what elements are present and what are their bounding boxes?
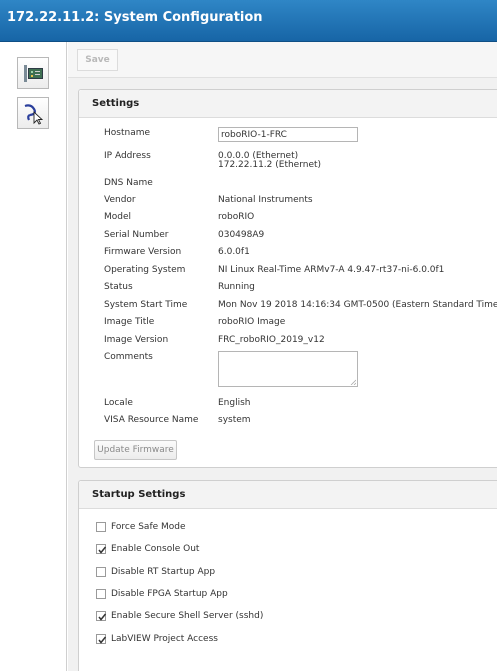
- window-title: 172.22.11.2: System Configuration: [7, 10, 263, 25]
- firmware-version-value: 6.0.0f1: [218, 247, 250, 257]
- vendor-value: National Instruments: [218, 195, 313, 205]
- dns-name-label: DNS Name: [104, 178, 153, 188]
- toolbar: Save: [68, 42, 497, 78]
- resize-grip-icon[interactable]: [350, 379, 356, 385]
- operating-system-label: Operating System: [104, 265, 186, 275]
- comments-field[interactable]: [218, 351, 358, 387]
- image-title-value: roboRIO Image: [218, 317, 286, 327]
- image-version-value: FRC_roboRIO_2019_v12: [218, 335, 325, 345]
- startup-option-checkbox[interactable]: [96, 522, 106, 532]
- checkmark-icon: [98, 613, 107, 621]
- startup-option-checkbox[interactable]: [96, 589, 106, 599]
- model-label: Model: [104, 212, 132, 222]
- visa-resource-name-value: system: [218, 415, 251, 425]
- operating-system-value: NI Linux Real-Time ARMv7-A 4.9.47-rt37-n…: [218, 265, 445, 275]
- title-bar: 172.22.11.2: System Configuration: [0, 0, 497, 42]
- locale-label: Locale: [104, 398, 133, 408]
- left-nav: [0, 42, 67, 671]
- visa-resource-name-label: VISA Resource Name: [104, 415, 199, 425]
- startup-option-checkbox[interactable]: [96, 634, 107, 644]
- checkmark-icon: [98, 546, 107, 554]
- firmware-version-label: Firmware Version: [104, 247, 182, 257]
- ip-address-value-2: 172.22.11.2 (Ethernet): [218, 160, 322, 170]
- nav-system-configuration-button[interactable]: [17, 57, 49, 89]
- startup-option-label: Enable Console Out: [111, 544, 200, 554]
- comments-label: Comments: [104, 352, 153, 362]
- startup-option-label: Disable RT Startup App: [111, 567, 216, 577]
- startup-option-label: Enable Secure Shell Server (sshd): [111, 611, 264, 621]
- image-title-label: Image Title: [104, 317, 155, 327]
- hostname-label: Hostname: [104, 128, 151, 138]
- image-version-label: Image Version: [104, 335, 169, 345]
- startup-option-label: LabVIEW Project Access: [111, 634, 218, 644]
- serial-number-value: 030498A9: [218, 230, 265, 240]
- settings-heading: Settings: [79, 90, 497, 118]
- startup-option-checkbox[interactable]: [96, 544, 107, 554]
- startup-settings-panel: Startup Settings Force Safe Mode Enable C…: [78, 480, 497, 671]
- main-content: Save Settings Hostname IP Address 0.0.0.…: [68, 42, 497, 671]
- system-start-time-value: Mon Nov 19 2018 14:16:34 GMT-0500 (Easte…: [218, 300, 497, 310]
- settings-panel: Settings Hostname IP Address 0.0.0.0 (Et…: [78, 89, 497, 468]
- locale-value: English: [218, 398, 251, 408]
- update-firmware-button[interactable]: Update Firmware: [94, 440, 177, 460]
- model-value: roboRIO: [218, 212, 255, 222]
- ip-address-label: IP Address: [104, 151, 151, 161]
- startup-option-label: Disable FPGA Startup App: [111, 589, 228, 599]
- network-configuration-icon: [24, 104, 44, 125]
- status-label: Status: [104, 282, 133, 292]
- serial-number-label: Serial Number: [104, 230, 169, 240]
- save-button[interactable]: Save: [77, 49, 118, 71]
- nav-network-configuration-button[interactable]: [17, 97, 49, 129]
- checkmark-icon: [98, 636, 107, 644]
- system-configuration-icon: [24, 65, 43, 82]
- hostname-input[interactable]: [218, 127, 358, 142]
- vendor-label: Vendor: [104, 195, 136, 205]
- system-start-time-label: System Start Time: [104, 300, 188, 310]
- startup-option-checkbox[interactable]: [96, 611, 107, 621]
- startup-option-checkbox[interactable]: [96, 567, 106, 577]
- startup-settings-heading: Startup Settings: [79, 481, 497, 509]
- status-value: Running: [218, 282, 255, 292]
- startup-option-label: Force Safe Mode: [111, 522, 186, 532]
